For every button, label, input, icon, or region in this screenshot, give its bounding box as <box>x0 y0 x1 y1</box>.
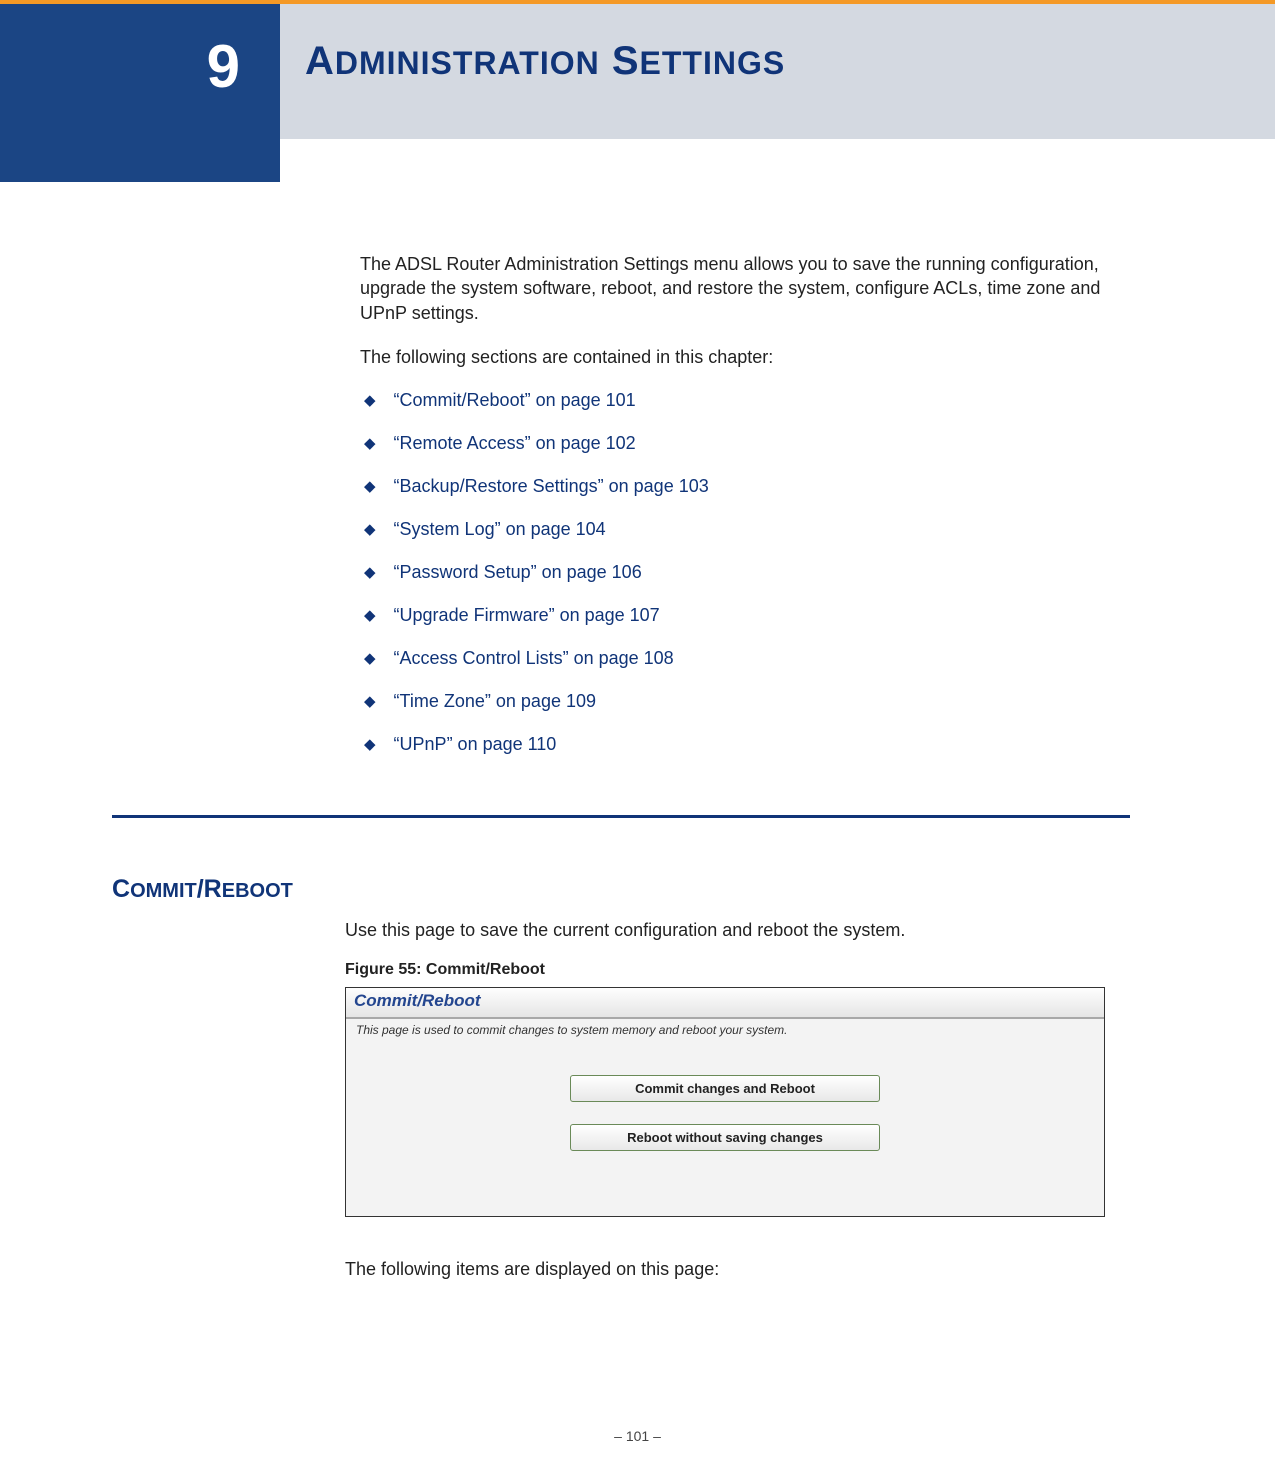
reboot-without-save-button[interactable]: Reboot without saving changes <box>570 1124 880 1151</box>
toc-item: ◆ “Password Setup” on page 106 <box>360 562 1130 583</box>
commit-reboot-button[interactable]: Commit changes and Reboot <box>570 1075 880 1102</box>
diamond-bullet-icon: ◆ <box>364 520 376 538</box>
section-heading: COMMIT/REBOOT <box>112 875 293 904</box>
section-divider <box>112 815 1130 818</box>
chapter-number: 9 <box>207 32 240 101</box>
toc-link[interactable]: “System Log” on page 104 <box>394 519 606 540</box>
toc-item: ◆ “System Log” on page 104 <box>360 519 1130 540</box>
figure-caption: Figure 55: Commit/Reboot <box>345 961 1130 979</box>
toc-item: ◆ “Commit/Reboot” on page 101 <box>360 390 1130 411</box>
chapter-title-box: ADMINISTRATION SETTINGS <box>280 4 1275 139</box>
diamond-bullet-icon: ◆ <box>364 692 376 710</box>
after-figure-text: The following items are displayed on thi… <box>345 1259 1130 1280</box>
content-area: The ADSL Router Administration Settings … <box>360 252 1130 818</box>
toc-link[interactable]: “Password Setup” on page 106 <box>394 562 642 583</box>
toc-link[interactable]: “Backup/Restore Settings” on page 103 <box>394 476 709 497</box>
section-intro-text: Use this page to save the current config… <box>345 920 1130 941</box>
figure-buttons-container: Commit changes and Reboot Reboot without… <box>346 1075 1104 1151</box>
toc-item: ◆ “Access Control Lists” on page 108 <box>360 648 1130 669</box>
intro-paragraph: The ADSL Router Administration Settings … <box>360 252 1130 325</box>
toc-link[interactable]: “Access Control Lists” on page 108 <box>394 648 674 669</box>
page-footer: – 101 – <box>0 1428 1275 1444</box>
toc-item: ◆ “Time Zone” on page 109 <box>360 691 1130 712</box>
chapter-header: 9 ADMINISTRATION SETTINGS <box>0 4 1275 182</box>
diamond-bullet-icon: ◆ <box>364 391 376 409</box>
toc-link[interactable]: “UPnP” on page 110 <box>394 734 557 755</box>
diamond-bullet-icon: ◆ <box>364 649 376 667</box>
diamond-bullet-icon: ◆ <box>364 735 376 753</box>
toc-list: ◆ “Commit/Reboot” on page 101 ◆ “Remote … <box>360 390 1130 755</box>
diamond-bullet-icon: ◆ <box>364 606 376 624</box>
toc-link[interactable]: “Remote Access” on page 102 <box>394 433 636 454</box>
sections-intro: The following sections are contained in … <box>360 347 1130 368</box>
figure-screenshot: Commit/Reboot This page is used to commi… <box>345 987 1105 1217</box>
diamond-bullet-icon: ◆ <box>364 563 376 581</box>
section-content: Use this page to save the current config… <box>345 920 1130 1280</box>
diamond-bullet-icon: ◆ <box>364 477 376 495</box>
figure-panel-header: Commit/Reboot <box>346 988 1104 1019</box>
toc-item: ◆ “Remote Access” on page 102 <box>360 433 1130 454</box>
diamond-bullet-icon: ◆ <box>364 434 376 452</box>
chapter-number-box: 9 <box>0 4 280 182</box>
toc-item: ◆ “UPnP” on page 110 <box>360 734 1130 755</box>
figure-panel-subtext: This page is used to commit changes to s… <box>346 1019 1104 1053</box>
chapter-title: ADMINISTRATION SETTINGS <box>305 39 785 84</box>
toc-link[interactable]: “Time Zone” on page 109 <box>394 691 596 712</box>
toc-item: ◆ “Backup/Restore Settings” on page 103 <box>360 476 1130 497</box>
toc-link[interactable]: “Commit/Reboot” on page 101 <box>394 390 636 411</box>
toc-link[interactable]: “Upgrade Firmware” on page 107 <box>394 605 660 626</box>
toc-item: ◆ “Upgrade Firmware” on page 107 <box>360 605 1130 626</box>
